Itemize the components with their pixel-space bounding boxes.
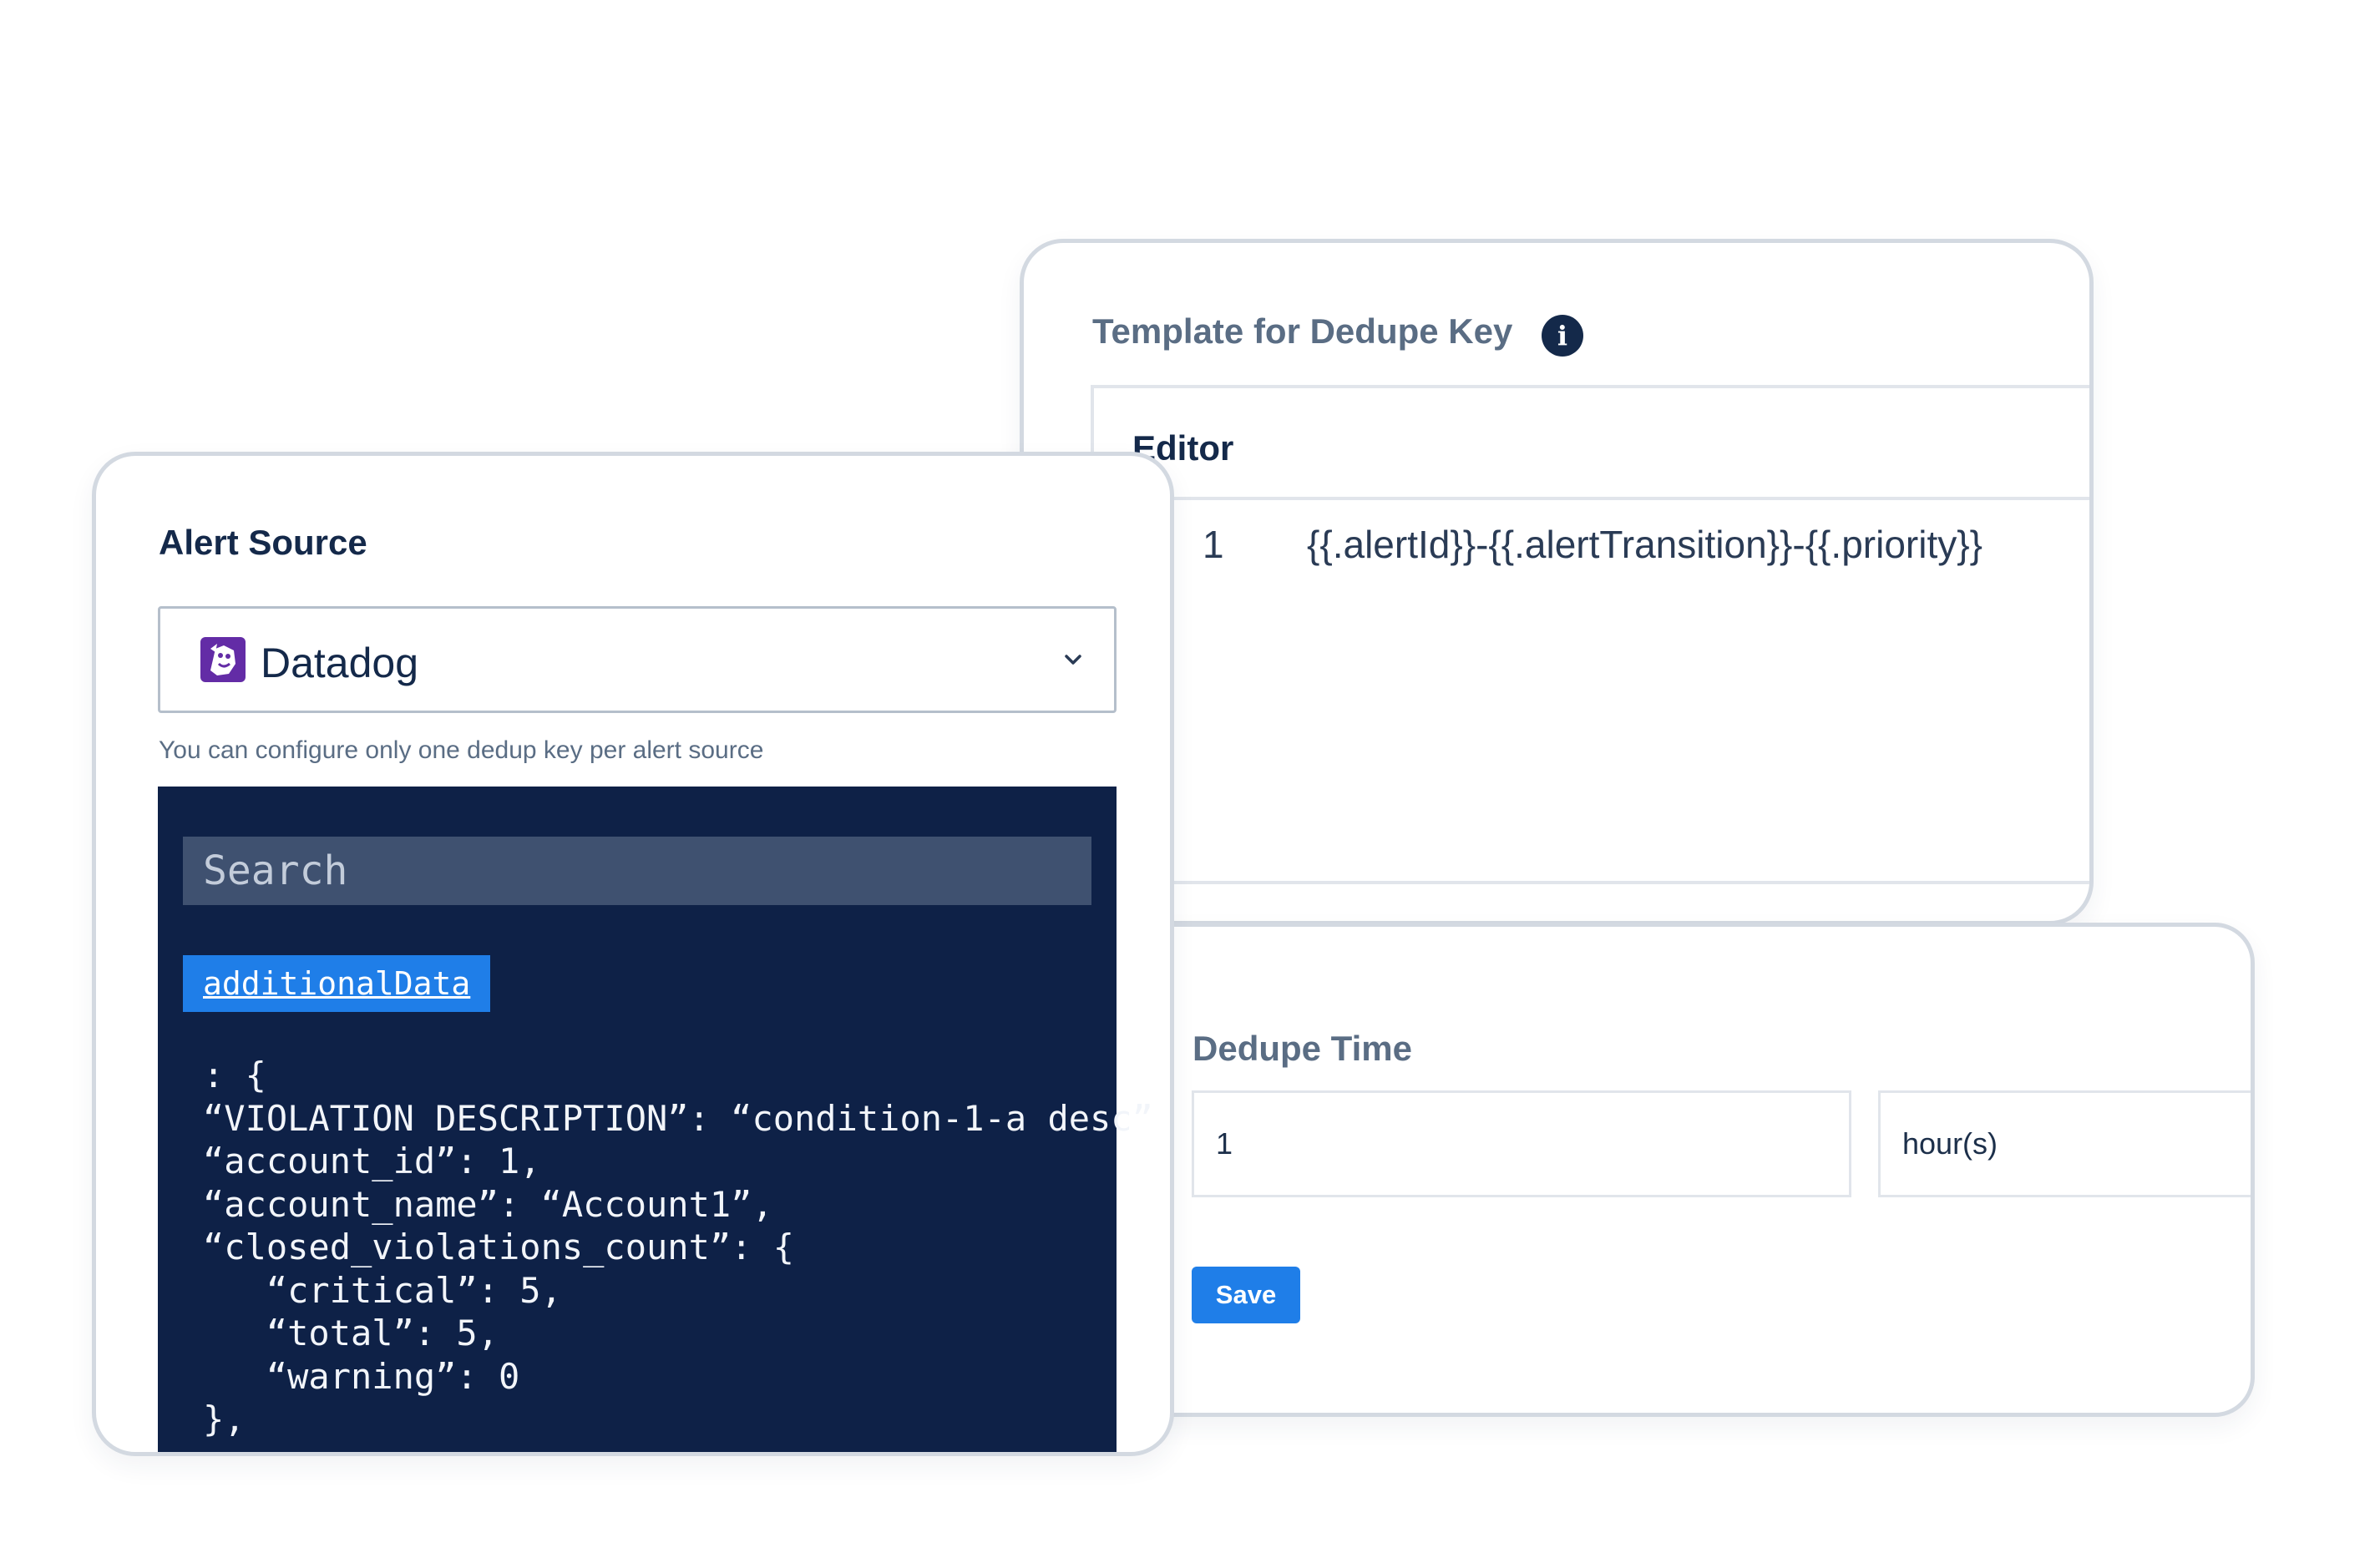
alert-source-help-text: You can configure only one dedup key per… <box>159 736 764 764</box>
dedupe-time-card: Dedupe Time 1 hour(s) Save <box>1119 923 2255 1417</box>
dedupe-time-input[interactable]: 1 <box>1192 1090 1851 1197</box>
info-icon[interactable]: i <box>1542 315 1583 357</box>
dedupe-time-title: Dedupe Time <box>1193 1029 1412 1068</box>
save-button[interactable]: Save <box>1192 1267 1300 1323</box>
alert-source-title: Alert Source <box>159 523 367 562</box>
template-editor[interactable]: Editor 1 {{.alertId}}-{{.alertTransition… <box>1091 385 2089 884</box>
alert-source-card: Alert Source Datadog You can configure o… <box>92 452 1174 1456</box>
alert-source-select[interactable]: Datadog <box>158 606 1117 713</box>
dedupe-time-unit-select[interactable]: hour(s) <box>1878 1090 2251 1197</box>
editor-line-number: 1 <box>1203 523 1224 566</box>
editor-header: Editor <box>1094 388 2089 500</box>
json-line: “account_id”: 1, <box>203 1141 541 1181</box>
json-line: “account_name”: “Account1”, <box>203 1183 773 1225</box>
payload-viewer: Search additionalData : { “VIOLATION DES… <box>158 787 1153 1452</box>
json-line: : { <box>203 1055 266 1095</box>
json-line: “warning”: 0 <box>203 1355 520 1397</box>
json-line: “critical”: 5, <box>203 1269 562 1311</box>
json-line: “VIOLATION DESCRIPTION”: “condition-1-a … <box>203 1097 1153 1139</box>
editor-line-code[interactable]: {{.alertId}}-{{.alertTransition}}-{{.pri… <box>1307 522 1982 567</box>
json-line: “closed_violations_count”: { <box>203 1227 795 1267</box>
payload-json-code: : { “VIOLATION DESCRIPTION”: “condition-… <box>203 1054 1153 1441</box>
json-line: “total”: 5, <box>203 1313 499 1353</box>
dedupe-key-template-card: Template for Dedupe Key i Editor 1 {{.al… <box>1020 239 2094 925</box>
alert-source-value: Datadog <box>261 640 419 686</box>
template-title: Template for Dedupe Key <box>1092 311 1513 351</box>
json-line: }, <box>203 1399 246 1439</box>
payload-search-input[interactable]: Search <box>183 837 1091 905</box>
payload-key-link[interactable]: additionalData <box>183 955 491 1012</box>
datadog-logo-icon <box>200 637 246 682</box>
chevron-down-icon <box>1065 655 1081 665</box>
